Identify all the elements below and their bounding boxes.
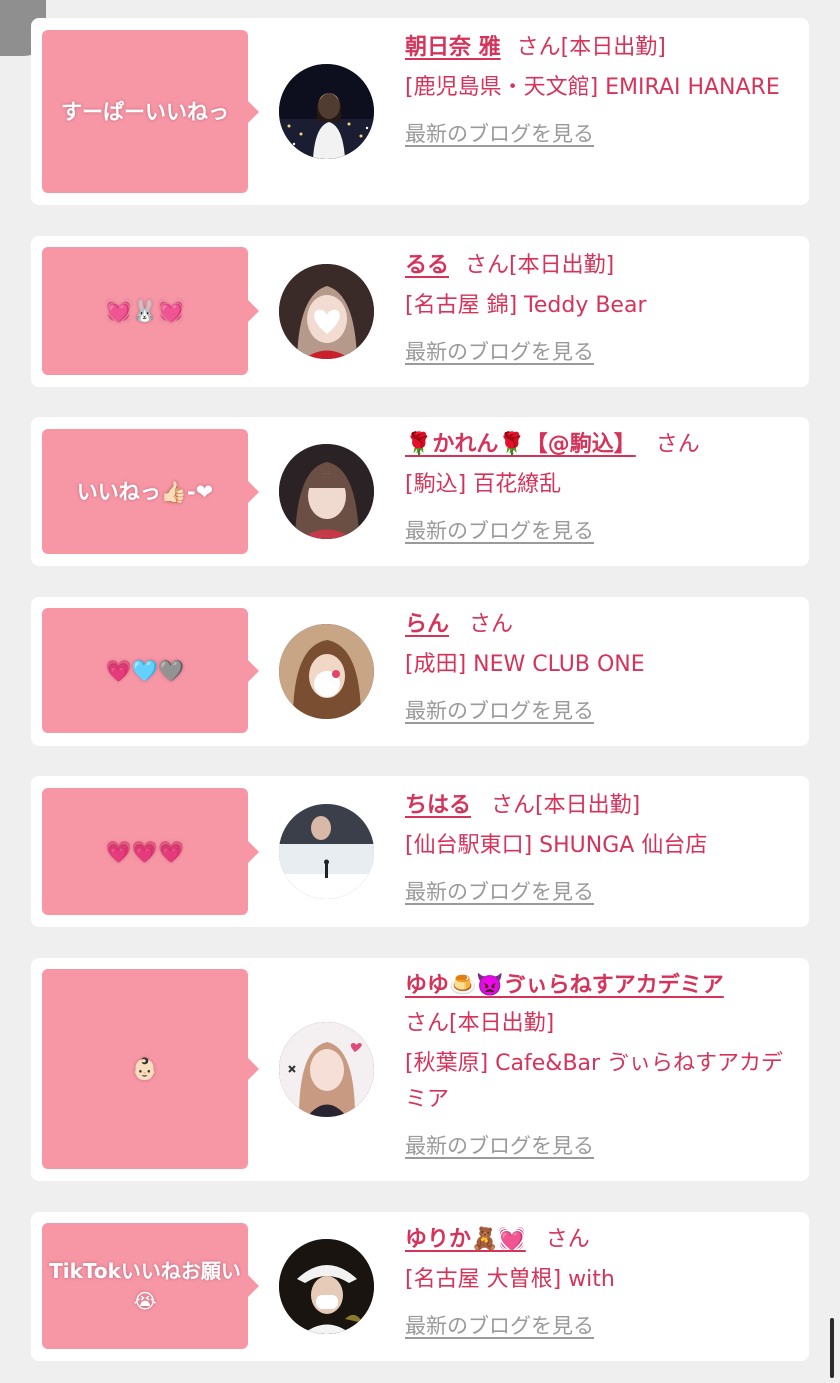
sticker-masked-face-photo-icon	[279, 624, 374, 719]
like-card: すーぱーいいねっ 朝日奈 雅さん[本日出勤] [鹿児島県・天文館] EMIRAI…	[31, 18, 809, 205]
card-info: ちはる さん[本日出勤] [仙台駅東口] SHUNGA 仙台店 最新のブログを見る	[405, 788, 801, 911]
avatar[interactable]	[279, 624, 374, 719]
user-name-link[interactable]: ゆりか🧸💓	[405, 1227, 526, 1252]
message-text: 💓🐰💓	[105, 299, 185, 323]
shop-label: [名古屋 錦] Teddy Bear	[405, 293, 647, 318]
shop-label: [仙台駅東口] SHUNGA 仙台店	[405, 833, 708, 858]
latest-blog-link[interactable]: 最新のブログを見る	[405, 1308, 594, 1344]
user-name-link[interactable]: ちはる	[405, 793, 471, 818]
like-card: 👶🏻 ゆゆ🍮👿ゔぃらねすアカデミア さん[本日出勤] [秋葉原] Cafe&Ba…	[31, 958, 809, 1181]
user-name-link[interactable]: 🌹かれん🌹【@駒込】	[405, 432, 636, 457]
message-text: 💗💗💗	[105, 839, 185, 864]
latest-blog-link[interactable]: 最新のブログを見る	[405, 513, 594, 549]
card-info: ゆゆ🍮👿ゔぃらねすアカデミア さん[本日出勤] [秋葉原] Cafe&Bar ゔ…	[405, 968, 801, 1165]
message-text: すーぱーいいねっ	[61, 99, 229, 124]
message-text: 💗🩵🩶	[105, 658, 185, 683]
message-bubble: 💓🐰💓	[42, 247, 259, 375]
shop-label: [秋葉原] Cafe&Bar ゔぃらねすアカデミア	[405, 1051, 784, 1112]
honorific-suffix: さん	[545, 1227, 590, 1252]
avatar[interactable]	[279, 1022, 374, 1117]
avatar[interactable]	[279, 264, 374, 359]
message-bubble: すーぱーいいねっ	[42, 30, 259, 193]
message-text: TikTokいいねお願い😭	[49, 1259, 241, 1313]
latest-blog-link[interactable]: 最新のブログを見る	[405, 874, 594, 910]
latest-blog-link[interactable]: 最新のブログを見る	[405, 693, 594, 729]
honorific-suffix: さん[本日出勤]	[465, 253, 615, 278]
message-bubble: 👶🏻	[42, 969, 259, 1169]
portrait-photo-icon	[279, 444, 374, 539]
like-card: いいねっ👍🏻-❤ 🌹かれん🌹【@駒込】 さん [駒込] 百花繚乱 最新のブログを見…	[31, 417, 809, 566]
message-text: 👶🏻	[131, 1057, 159, 1081]
shop-label: [名古屋 大曽根] with	[405, 1267, 615, 1292]
message-bubble: いいねっ👍🏻-❤	[42, 429, 259, 554]
like-card: TikTokいいねお願い😭 ゆりか🧸💓 さん [名古屋 大曽根] with 最新の…	[31, 1212, 809, 1361]
latest-blog-link[interactable]: 最新のブログを見る	[405, 1128, 594, 1164]
card-info: るる さん[本日出勤] [名古屋 錦] Teddy Bear 最新のブログを見る	[405, 248, 801, 371]
night-cityscape-photo-icon	[279, 64, 374, 159]
user-name-link[interactable]: ゆゆ🍮👿ゔぃらねすアカデミア	[405, 973, 724, 998]
avatar[interactable]	[279, 804, 374, 899]
message-bubble: 💗💗💗	[42, 788, 259, 915]
masked-portrait-photo-icon	[279, 1239, 374, 1334]
like-card: 💗💗💗 ちはる さん[本日出勤] [仙台駅東口] SHUNGA 仙台店 最新のブロ…	[31, 776, 809, 927]
latest-blog-link[interactable]: 最新のブログを見る	[405, 334, 594, 370]
card-info: ゆりか🧸💓 さん [名古屋 大曽根] with 最新のブログを見る	[405, 1222, 801, 1345]
card-info: 朝日奈 雅さん[本日出勤] [鹿児島県・天文館] EMIRAI HANARE 最…	[405, 30, 801, 153]
user-name-link[interactable]: 朝日奈 雅	[405, 35, 501, 60]
shop-label: [成田] NEW CLUB ONE	[405, 652, 645, 677]
user-name-link[interactable]: るる	[405, 253, 449, 278]
message-bubble: TikTokいいねお願い😭	[42, 1223, 259, 1349]
heart-masked-face-photo-icon	[279, 264, 374, 359]
honorific-suffix: さん[本日出勤]	[516, 35, 666, 60]
like-card: 💗🩵🩶 らん さん [成田] NEW CLUB ONE 最新のブログを見る	[31, 597, 809, 746]
scrollbar[interactable]	[830, 1318, 834, 1378]
avatar[interactable]	[279, 64, 374, 159]
shop-label: [駒込] 百花繚乱	[405, 472, 562, 497]
card-info: らん さん [成田] NEW CLUB ONE 最新のブログを見る	[405, 607, 801, 730]
message-text: いいねっ👍🏻-❤	[76, 479, 214, 504]
avatar[interactable]	[279, 444, 374, 539]
user-name-link[interactable]: らん	[405, 612, 449, 637]
message-bubble: 💗🩵🩶	[42, 608, 259, 733]
snow-scene-photo-icon	[279, 804, 374, 899]
avatar[interactable]	[279, 1239, 374, 1334]
like-card: 💓🐰💓 るる さん[本日出勤] [名古屋 錦] Teddy Bear 最新のブログ…	[31, 236, 809, 387]
shop-label: [鹿児島県・天文館] EMIRAI HANARE	[405, 75, 780, 100]
latest-blog-link[interactable]: 最新のブログを見る	[405, 116, 594, 152]
honorific-suffix: さん[本日出勤]	[491, 793, 641, 818]
honorific-suffix: さん	[655, 432, 700, 457]
idol-portrait-photo-icon	[279, 1022, 374, 1117]
honorific-suffix: さん	[469, 612, 514, 637]
card-info: 🌹かれん🌹【@駒込】 さん [駒込] 百花繚乱 最新のブログを見る	[405, 427, 801, 550]
honorific-suffix: さん[本日出勤]	[405, 1011, 555, 1036]
